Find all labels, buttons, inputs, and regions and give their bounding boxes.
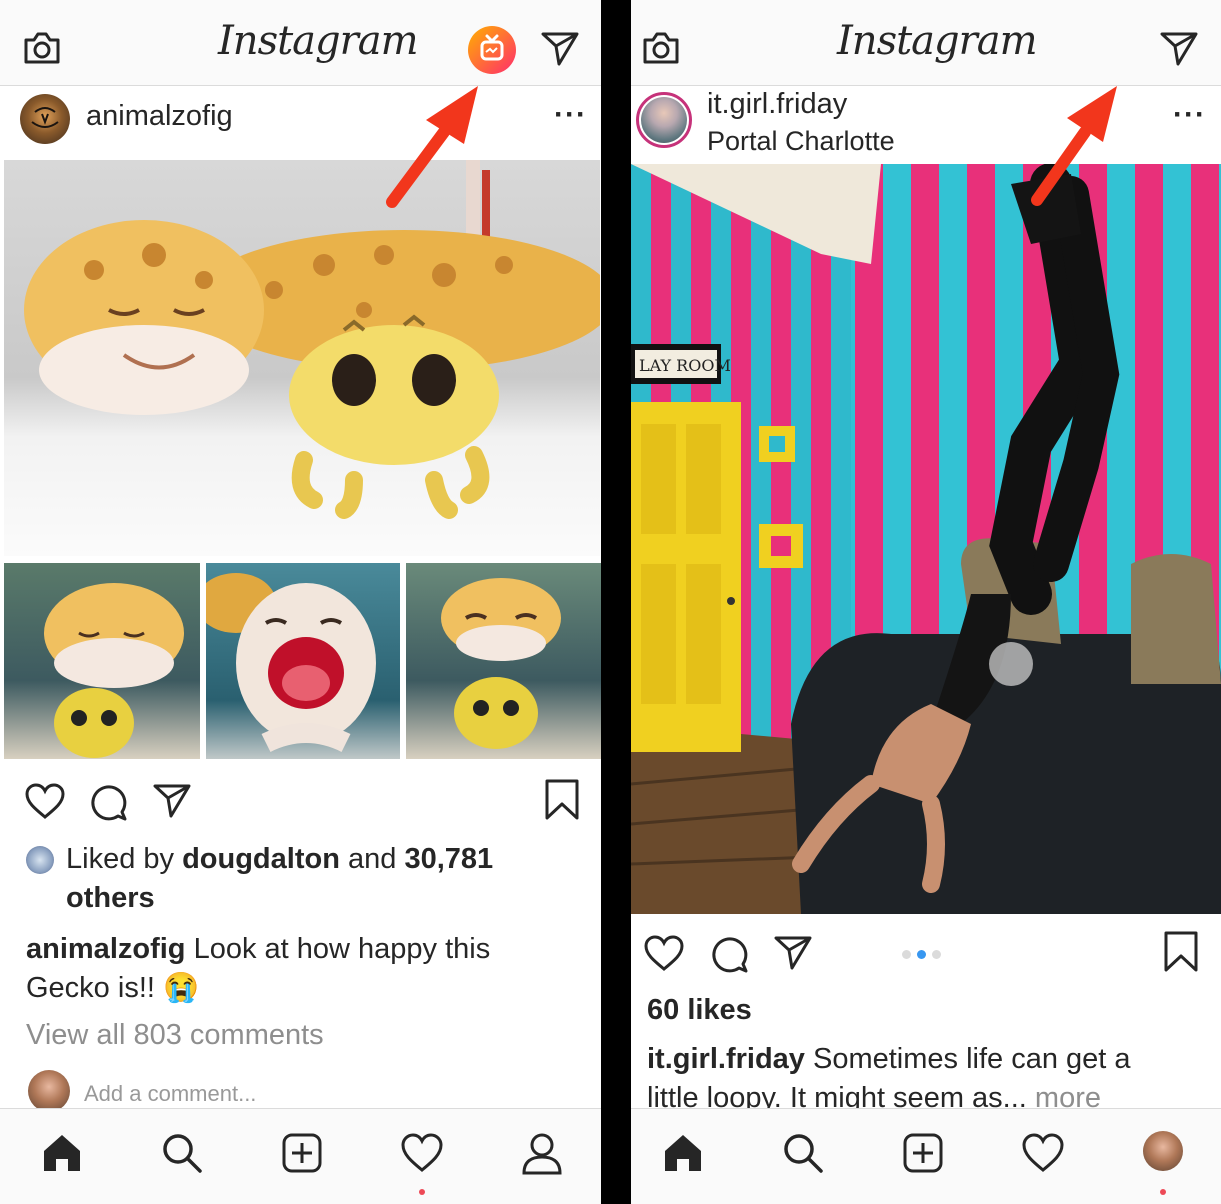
carousel-indicator — [899, 946, 944, 964]
view-comments-link[interactable]: View all 803 comments — [26, 1016, 324, 1055]
caption-text: Sometimes life can get a — [812, 1043, 1131, 1075]
like-heart-icon[interactable] — [24, 782, 66, 820]
thumbnail-image[interactable] — [206, 563, 400, 759]
activity-heart-icon[interactable] — [400, 1131, 444, 1175]
annotation-arrow — [386, 86, 478, 208]
annotation-arrow — [1031, 86, 1117, 206]
profile-icon[interactable] — [520, 1131, 564, 1175]
post-photo[interactable] — [4, 160, 600, 556]
post-actions — [631, 920, 1221, 980]
thumbnail-image[interactable] — [406, 563, 601, 759]
search-icon[interactable] — [781, 1131, 825, 1175]
like-count[interactable]: 30,781 — [404, 843, 493, 875]
instagram-logo[interactable]: Instagram — [218, 18, 419, 64]
home-icon[interactable] — [661, 1131, 705, 1175]
profile-avatar[interactable] — [1143, 1131, 1183, 1171]
liked-by-label: Liked by — [66, 843, 175, 875]
post-header: it.girl.friday Portal Charlotte ··· — [631, 86, 1221, 164]
post-photo[interactable]: LAY ROOM — [631, 164, 1221, 914]
room-sign-text: LAY ROOM — [639, 356, 731, 375]
caption-username[interactable]: it.girl.friday — [647, 1043, 805, 1075]
carousel-dot-active — [917, 950, 926, 959]
post-username[interactable]: animalzofig — [86, 100, 233, 133]
camera-icon[interactable] — [22, 30, 62, 66]
activity-heart-icon[interactable] — [1021, 1131, 1065, 1175]
search-icon[interactable] — [160, 1131, 204, 1175]
post-username[interactable]: it.girl.friday — [707, 88, 847, 121]
liked-and-label: and — [347, 843, 397, 875]
left-phone-screen: Instagram animalzofig ··· Liked by dougd… — [0, 0, 601, 1204]
top-bar: Instagram — [631, 0, 1221, 86]
caption: it.girl.friday Sometimes life can get a — [647, 1040, 1131, 1079]
post-location[interactable]: Portal Charlotte — [707, 126, 895, 157]
tab-bar — [0, 1108, 601, 1204]
like-heart-icon[interactable] — [643, 934, 685, 972]
home-icon[interactable] — [40, 1131, 84, 1175]
share-icon[interactable] — [773, 934, 813, 970]
instagram-logo[interactable]: Instagram — [837, 18, 1038, 64]
share-icon[interactable] — [152, 782, 192, 818]
likes-summary: Liked by dougdalton and 30,781 — [66, 840, 493, 879]
notification-dot — [419, 1189, 425, 1195]
likes-others[interactable]: others — [66, 879, 155, 918]
tab-bar — [631, 1108, 1221, 1204]
more-options-button[interactable]: ··· — [554, 98, 587, 132]
right-phone-screen: Instagram it.girl.friday Portal Charlott… — [631, 0, 1221, 1204]
avatar[interactable] — [636, 92, 692, 148]
add-post-icon[interactable] — [901, 1131, 945, 1175]
my-avatar — [28, 1070, 70, 1112]
more-options-button[interactable]: ··· — [1173, 98, 1206, 132]
top-bar: Instagram — [0, 0, 601, 86]
camera-icon[interactable] — [641, 30, 681, 66]
carousel-dot — [902, 950, 911, 959]
add-post-icon[interactable] — [280, 1131, 324, 1175]
avatar[interactable] — [20, 94, 70, 144]
caption-username[interactable]: animalzofig — [26, 933, 186, 965]
carousel-dot — [932, 950, 941, 959]
caption: animalzofig Look at how happy this — [26, 930, 490, 969]
bookmark-icon[interactable] — [544, 778, 580, 822]
comment-icon[interactable] — [88, 782, 128, 822]
post-header: animalzofig ··· — [0, 86, 601, 164]
direct-icon[interactable] — [540, 30, 580, 66]
post-actions — [0, 768, 601, 828]
notification-dot — [1160, 1189, 1166, 1195]
liker-avatar[interactable] — [26, 846, 54, 874]
likes-count[interactable]: 60 likes — [647, 991, 752, 1030]
comment-icon[interactable] — [709, 934, 749, 974]
liker-username[interactable]: dougdalton — [182, 843, 340, 875]
bookmark-icon[interactable] — [1163, 930, 1199, 974]
caption-text-cont: Gecko is!! 😭 — [26, 972, 200, 1004]
direct-icon[interactable] — [1159, 30, 1199, 66]
thumbnail-image[interactable] — [4, 563, 200, 759]
caption-text: Look at how happy this — [193, 933, 491, 965]
igtv-icon[interactable] — [467, 25, 517, 75]
